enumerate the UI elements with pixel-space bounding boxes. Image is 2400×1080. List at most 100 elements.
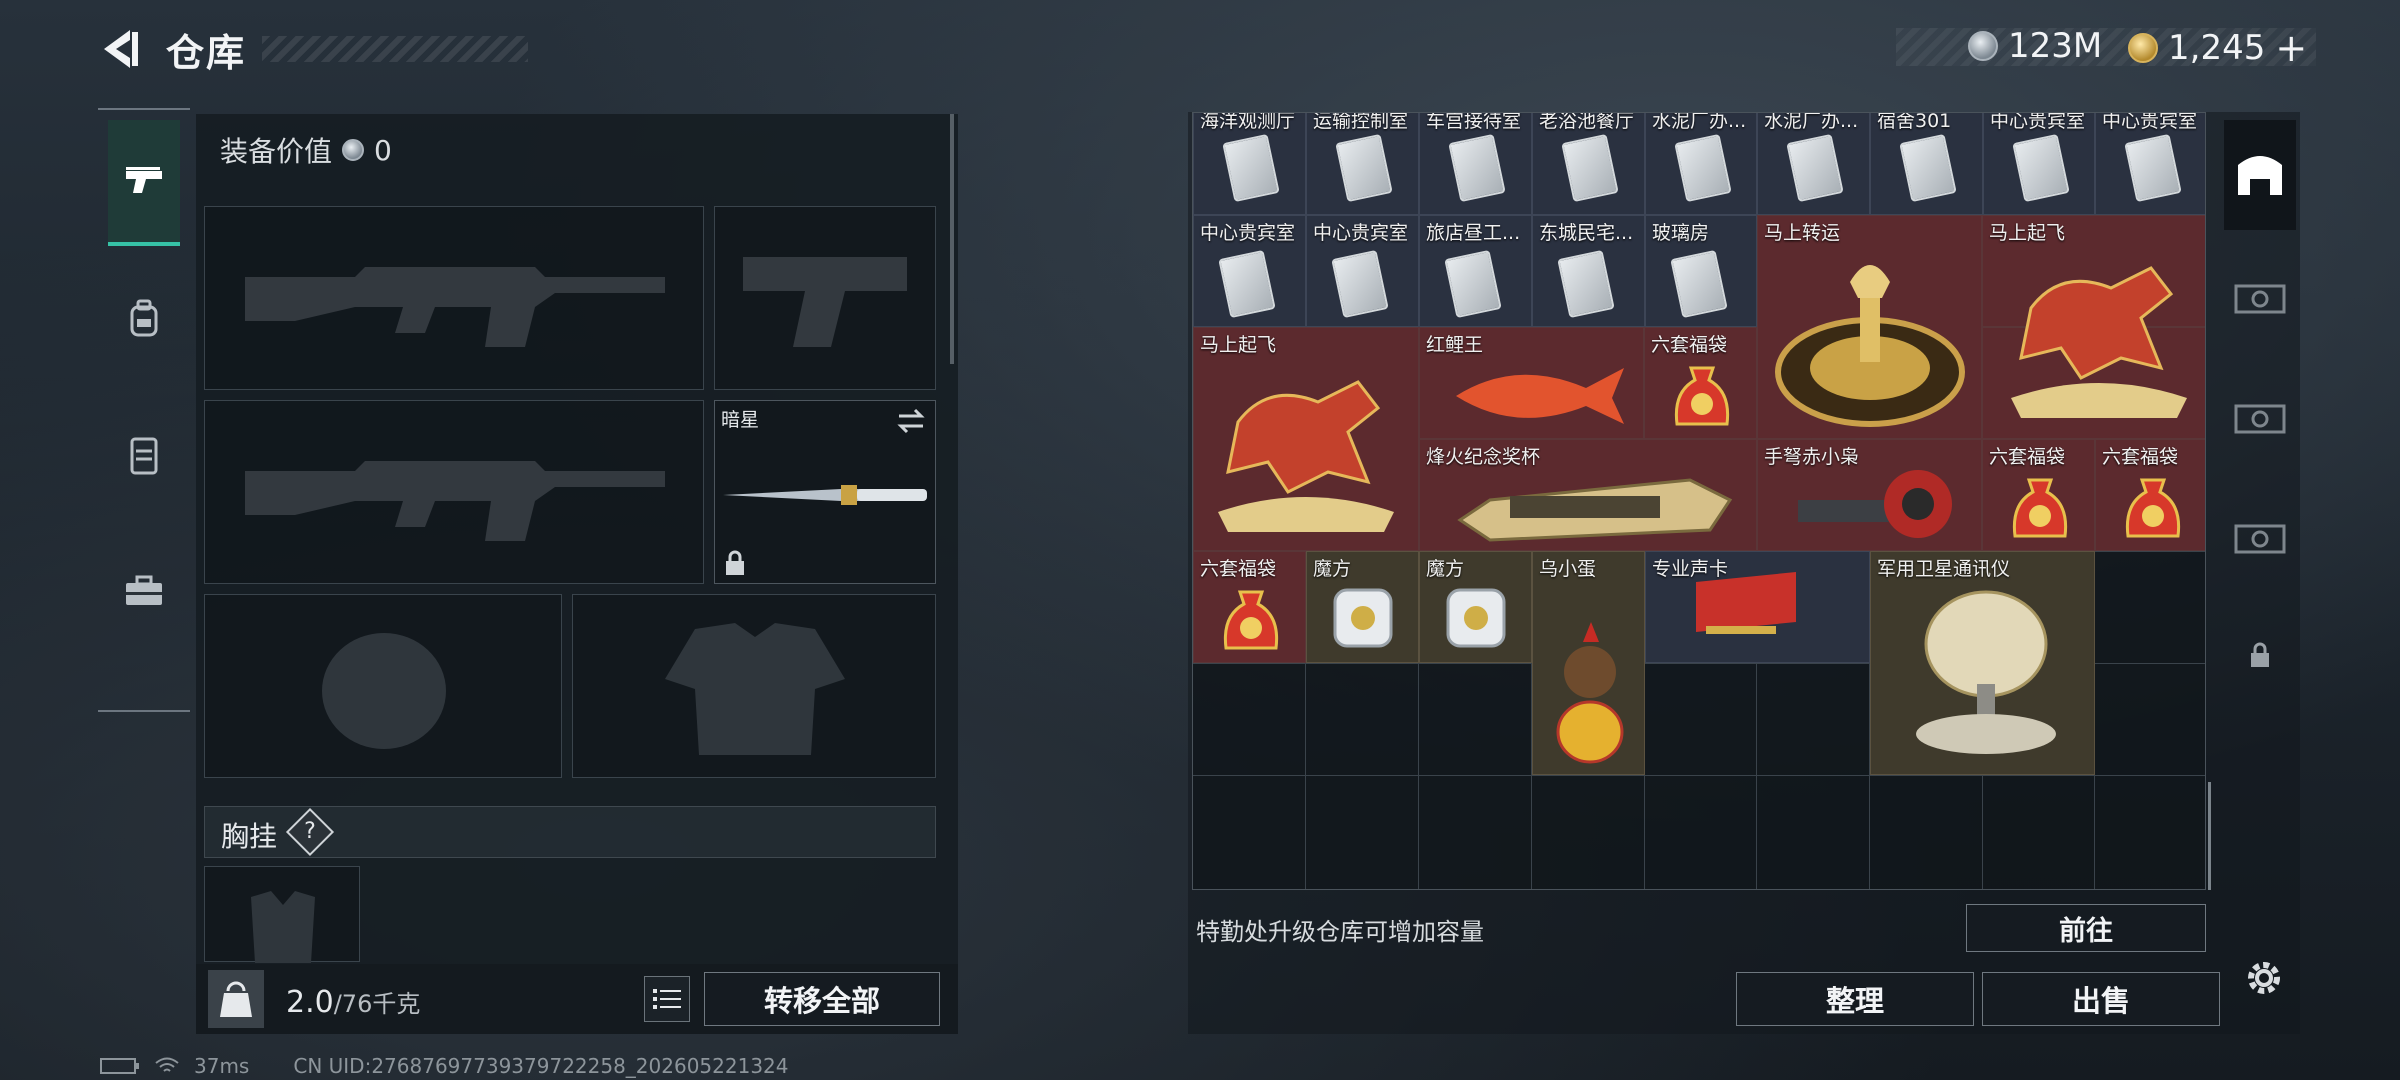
equipment-nav — [98, 108, 190, 712]
stash-item[interactable]: 车宫接待室 — [1419, 113, 1532, 215]
armor-slot[interactable] — [572, 594, 936, 778]
stash-item[interactable]: 东城民宅... — [1532, 215, 1645, 327]
lucky-bag-icon — [1223, 590, 1279, 650]
stash-item[interactable]: 玻璃房 — [1645, 215, 1757, 327]
chick-egg-icon — [1556, 622, 1624, 764]
tab-stash-4b[interactable] — [2224, 360, 2296, 470]
battery-icon — [100, 1058, 139, 1074]
item-label: 六套福袋 — [1200, 558, 1277, 580]
title-decoration — [262, 36, 528, 62]
stash-item[interactable]: 魔方 — [1306, 551, 1419, 663]
stash-item[interactable]: 烽火纪念奖杯 — [1419, 439, 1757, 551]
stash-item[interactable]: 中心贵宾室 — [1306, 215, 1419, 327]
chest-rig-silhouette-icon — [251, 891, 315, 963]
equipment-value-amount: 0 — [374, 133, 392, 167]
helmet-slot[interactable] — [204, 594, 562, 778]
back-button[interactable] — [96, 24, 146, 74]
item-label: 六套福袋 — [1989, 446, 2066, 468]
tab-stash-5[interactable] — [2224, 480, 2296, 590]
stash-item[interactable]: 运输控制室 — [1306, 113, 1419, 215]
stash-item[interactable]: 马上起飞 — [1193, 327, 1419, 551]
keycard-icon — [2012, 133, 2070, 203]
item-label: 水泥厂办... — [1764, 112, 1859, 132]
page-title: 仓库 — [166, 31, 247, 75]
equipment-scrollbar[interactable] — [950, 114, 954, 364]
stash-icon — [2238, 156, 2282, 195]
sound-card-icon — [1696, 572, 1796, 634]
goto-button[interactable]: 前往 — [1966, 904, 2206, 952]
weight-button[interactable] — [208, 970, 264, 1028]
item-label: 马上转运 — [1764, 222, 1841, 244]
stash-item[interactable]: 马上转运 — [1757, 215, 1982, 439]
item-label: 乌小蛋 — [1539, 558, 1597, 580]
help-button[interactable]: ? — [285, 807, 335, 857]
knife-icon — [723, 485, 927, 505]
stash-item[interactable]: 旅店昼工... — [1419, 215, 1532, 327]
melee-slot[interactable]: 暗星 — [714, 400, 936, 584]
stash-item[interactable]: 专业声卡 — [1645, 551, 1870, 663]
stash-item[interactable]: 魔方 — [1419, 551, 1532, 663]
stash-item[interactable]: 水泥厂办... — [1757, 112, 1870, 215]
lucky-bag-icon — [2125, 478, 2181, 538]
tab-locked[interactable] — [2224, 600, 2296, 710]
keycard-icon — [1335, 133, 1393, 203]
tab-vest[interactable] — [108, 392, 180, 518]
tab-stash-4[interactable] — [2224, 240, 2296, 350]
sort-button[interactable]: 整理 — [1736, 972, 1974, 1026]
back-arrow-icon — [104, 30, 138, 68]
stash-scrollbar[interactable] — [2208, 782, 2211, 890]
stash-item[interactable]: 中心贵宾室 — [2095, 113, 2205, 215]
item-label: 宿舍301 — [1877, 112, 1952, 132]
stash-item[interactable]: 宿舍301 — [1870, 112, 1983, 215]
weight-max: /76千克 — [333, 990, 421, 1018]
stash-item[interactable]: 中心贵宾室 — [1193, 215, 1306, 327]
stash-item[interactable] — [1982, 266, 2205, 439]
keycard-icon — [2124, 133, 2182, 203]
stash-item[interactable]: 六套福袋 — [1644, 327, 1757, 439]
stash-iv-icon — [2234, 404, 2286, 434]
tab-weapons[interactable] — [108, 120, 180, 246]
equipment-footer: 2.0/76千克 转移全部 — [196, 964, 958, 1034]
stash-item[interactable]: 六套福袋 — [1193, 551, 1306, 663]
keycard-icon — [1557, 249, 1615, 319]
stash-item[interactable]: 水泥厂办... — [1645, 112, 1757, 215]
keycard-icon — [1899, 133, 1957, 203]
add-currency-button[interactable]: + — [2275, 26, 2307, 70]
list-icon — [653, 989, 681, 1009]
melee-name: 暗星 — [721, 409, 760, 431]
stash-item[interactable]: 六套福袋 — [1982, 439, 2095, 551]
transfer-all-button[interactable]: 转移全部 — [704, 972, 940, 1026]
koi-fish-icon — [1456, 368, 1624, 424]
capacity-hint: 特勤处升级仓库可增加容量 — [1196, 918, 1484, 946]
swap-icon[interactable] — [895, 407, 927, 435]
tab-case[interactable] — [108, 528, 180, 654]
cube-icon — [1333, 588, 1393, 648]
gold-coin-icon — [2128, 33, 2158, 63]
stash-item[interactable]: 乌小蛋 — [1532, 551, 1645, 775]
pistol-slot[interactable] — [714, 206, 936, 390]
list-view-button[interactable] — [644, 976, 690, 1022]
chest-rig-slot[interactable] — [204, 866, 360, 963]
stash-item[interactable]: 六套福袋 — [2095, 439, 2205, 551]
secondary-weapon-slot[interactable] — [204, 400, 704, 584]
tab-main-stash[interactable] — [2224, 120, 2296, 230]
settings-button[interactable] — [2242, 956, 2286, 1000]
keycard-icon — [1561, 133, 1619, 203]
item-label: 六套福袋 — [1651, 334, 1728, 356]
tab-backpack[interactable] — [108, 256, 180, 382]
horse-statue-icon — [1218, 380, 1394, 532]
stash-item[interactable]: 红鲤王 — [1419, 327, 1644, 439]
stash-item[interactable]: 海洋观测厅 — [1193, 113, 1306, 215]
item-label: 东城民宅... — [1539, 222, 1634, 244]
item-label: 水泥厂办... — [1652, 112, 1747, 132]
stash-item[interactable]: 中心贵宾室 — [1983, 113, 2095, 215]
item-label: 中心贵宾室 — [1313, 222, 1409, 244]
lucky-bag-icon — [2012, 478, 2068, 538]
kettlebell-icon — [220, 981, 252, 1017]
primary-weapon-slot[interactable] — [204, 206, 704, 390]
stash-item[interactable]: 手弩赤小枭 — [1757, 439, 1982, 551]
stash-item[interactable]: 军用卫星通讯仪 — [1870, 551, 2095, 775]
item-label: 魔方 — [1313, 558, 1352, 580]
sell-button[interactable]: 出售 — [1982, 972, 2220, 1026]
stash-item[interactable]: 老浴池餐厅 — [1532, 113, 1645, 215]
